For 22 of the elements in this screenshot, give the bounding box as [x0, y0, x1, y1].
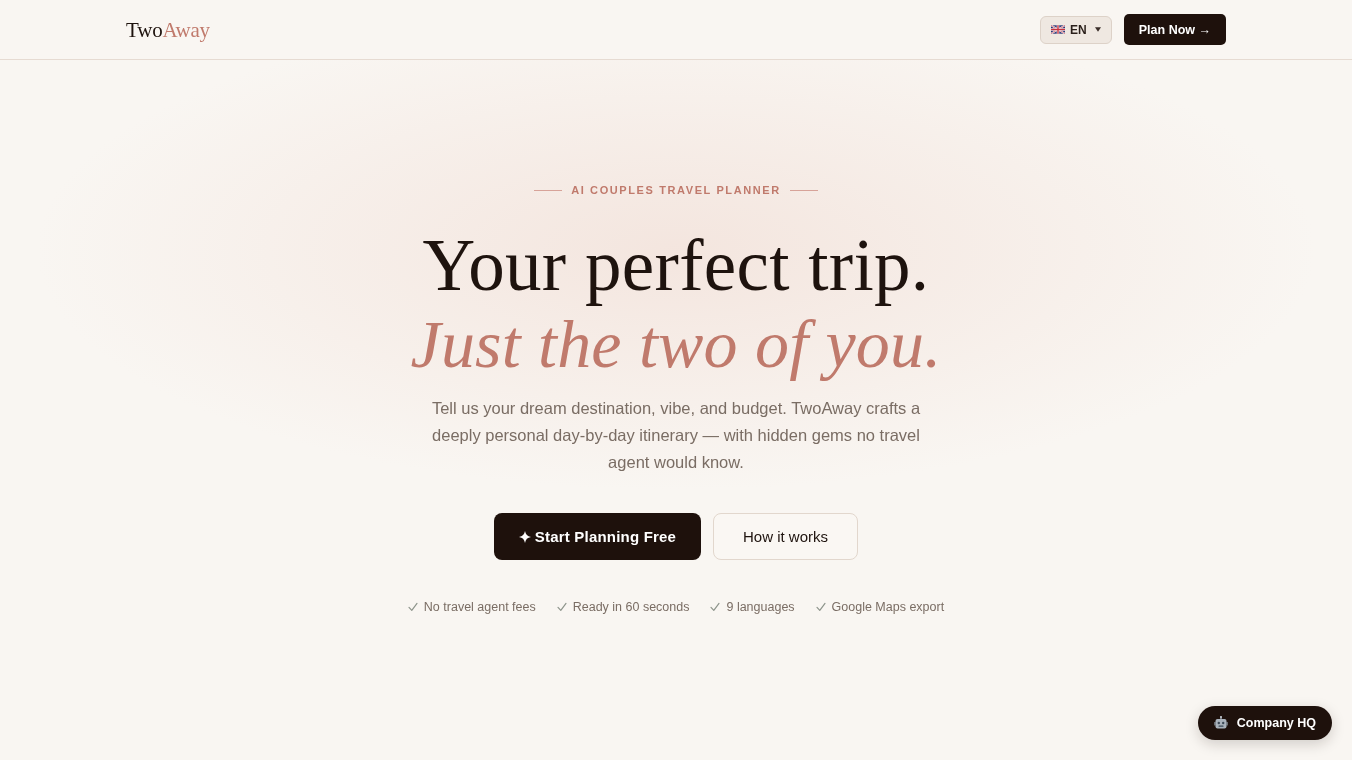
check-icon: [710, 602, 721, 612]
headline-text: Your perfect trip.: [422, 226, 930, 305]
flag-icon: [1051, 25, 1066, 34]
hero-description: Tell us your dream destination, vibe, and budget. TwoAway crafts a deeply personal day-by-day itinerary — with hidden gems no travel agent would know.: [430, 398, 922, 473]
perk-text: Google Maps export: [831, 600, 945, 614]
perk-text: Ready in 60 seconds: [572, 600, 690, 614]
caret-icon: [1094, 27, 1101, 32]
plan-now-button[interactable]: Plan Now →: [1123, 14, 1226, 45]
how-it-works-button[interactable]: How it works: [713, 513, 858, 560]
check-icon: [407, 602, 418, 612]
check-icon: [815, 602, 826, 612]
start-planning-button[interactable]: Start Planning Free: [494, 513, 701, 560]
perk-text: No travel agent fees: [423, 600, 536, 614]
company-hq-button[interactable]: Company HQ: [1197, 706, 1332, 740]
perk-text: 9 languages: [726, 600, 795, 614]
robot-icon: [1213, 716, 1228, 730]
sparkle-icon: [518, 530, 531, 543]
eyebrow-text: AI COUPLES TRAVEL PLANNER: [571, 184, 781, 196]
headline-accent-text: Just the two of you.: [410, 306, 942, 384]
logo[interactable]: TwoAway: [126, 18, 210, 43]
check-icon: [556, 602, 567, 612]
language-selector[interactable]: EN: [1040, 15, 1112, 44]
